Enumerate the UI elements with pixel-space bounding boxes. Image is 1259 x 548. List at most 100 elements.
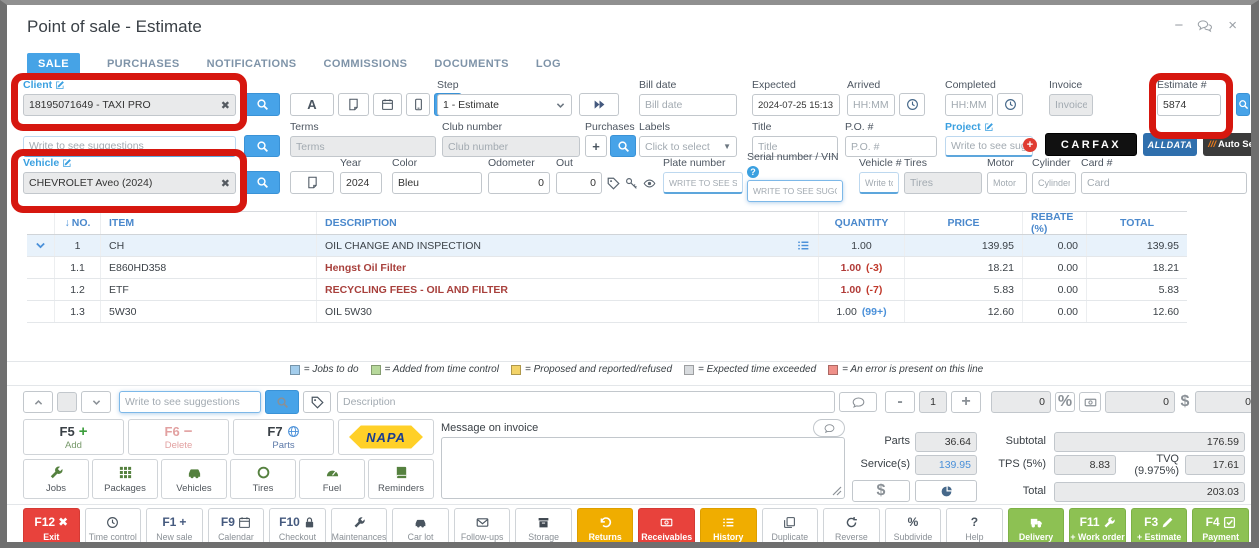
color-input[interactable]: Bleu <box>392 172 482 194</box>
autoserve-logo[interactable]: ///Auto Se <box>1203 133 1251 156</box>
completed-clock-button[interactable] <box>997 93 1023 116</box>
packages-button[interactable]: Packages <box>92 459 158 499</box>
time-control-button[interactable]: Time control <box>84 508 142 542</box>
vehicle-number-input[interactable]: Write to s <box>859 172 899 194</box>
position-box[interactable] <box>57 392 77 412</box>
carfax-logo[interactable]: CARFAX <box>1045 133 1137 156</box>
po-number-input[interactable]: P.O. # <box>845 136 937 157</box>
estimate-number-input[interactable]: 5874 <box>1157 94 1221 116</box>
storage-button[interactable]: Storage <box>515 508 572 542</box>
add-project-icon[interactable]: + <box>1023 138 1037 152</box>
client-catalog-button[interactable]: A <box>290 93 334 116</box>
job-details-icon[interactable] <box>797 239 810 252</box>
chat-icon[interactable] <box>1197 17 1214 35</box>
clear-vehicle-icon[interactable]: ✖ <box>221 177 230 190</box>
estimate-search-button[interactable] <box>1236 93 1250 116</box>
chevron-down-icon[interactable] <box>34 239 47 252</box>
delivery-button[interactable]: Delivery <box>1007 508 1065 542</box>
edit-icon[interactable] <box>62 158 72 168</box>
new-sale-button[interactable]: F1 + New sale <box>146 508 203 542</box>
tab-notifications[interactable]: NOTIFICATIONS <box>207 58 297 70</box>
purchases-search-button[interactable] <box>610 135 636 157</box>
client-notes-button[interactable] <box>338 93 369 116</box>
vehicles-button[interactable]: Vehicles <box>161 459 227 499</box>
vehicle-input[interactable]: CHEVROLET Aveo (2024) ✖ <box>23 172 236 194</box>
item-search-button[interactable] <box>265 390 299 414</box>
next-step-button[interactable] <box>579 93 619 116</box>
header-item[interactable]: ITEM <box>101 212 317 234</box>
contact-suggestion-input[interactable]: Write to see suggestions <box>23 136 236 157</box>
parts-button[interactable]: F7 Parts <box>233 419 334 455</box>
dollar-toggle-button[interactable]: $ <box>852 480 910 502</box>
payment-button[interactable]: F4 Payment <box>1192 508 1249 542</box>
reverse-button[interactable]: Reverse <box>823 508 880 542</box>
minimize-button[interactable]: − <box>1174 17 1183 35</box>
vehicle-eye-icon[interactable] <box>643 175 656 193</box>
tab-documents[interactable]: DOCUMENTS <box>434 58 509 70</box>
rebate-input[interactable]: 0 <box>991 391 1051 413</box>
quantity-minus-button[interactable]: - <box>885 391 915 413</box>
follow-ups-button[interactable]: Follow-ups <box>453 508 511 542</box>
napa-button[interactable]: NAPA <box>338 419 434 455</box>
tab-sale[interactable]: SALE <box>27 53 80 75</box>
chart-button[interactable] <box>915 480 977 502</box>
item-description-input[interactable]: Description <box>337 391 835 413</box>
odometer-input[interactable]: 0 <box>488 172 550 194</box>
item-suggestion-input[interactable]: Write to see suggestions <box>119 391 261 413</box>
quantity-input[interactable]: 1 <box>919 391 947 413</box>
car-lot-button[interactable]: Car lot <box>392 508 449 542</box>
calendar-button[interactable]: F9 Calendar <box>207 508 265 542</box>
item-tag-button[interactable] <box>303 391 331 413</box>
client-input[interactable]: 18195071649 - TAXI PRO ✖ <box>23 94 236 116</box>
bill-date-input[interactable]: Bill date <box>639 94 737 116</box>
header-no[interactable]: ↓ NO. <box>55 212 101 234</box>
vin-input[interactable]: WRITE TO SEE SUGGE <box>747 180 843 202</box>
table-row[interactable]: 1.1 E860HD358 Hengst Oil Filter 1.00 (-3)… <box>27 257 1187 279</box>
year-input[interactable]: 2024 <box>340 172 382 194</box>
plate-number-input[interactable]: WRITE TO SEE SUGGE <box>663 172 743 194</box>
price-input[interactable]: 0 <box>1195 391 1251 413</box>
vehicle-search-button[interactable] <box>244 171 280 194</box>
reminders-button[interactable]: Reminders <box>368 459 434 499</box>
vehicle-notes-button[interactable] <box>290 171 334 194</box>
help-icon[interactable]: ? <box>747 166 759 178</box>
edit-icon[interactable] <box>55 80 65 90</box>
duplicate-button[interactable]: Duplicate <box>761 508 819 542</box>
arrived-input[interactable]: HH:MM <box>847 94 895 116</box>
card-number-input[interactable]: Card <box>1081 172 1247 194</box>
checkout-button[interactable]: F10 Checkout <box>269 508 326 542</box>
move-down-button[interactable] <box>81 391 111 413</box>
fuel-button[interactable]: Fuel <box>299 459 365 499</box>
arrived-clock-button[interactable] <box>899 93 925 116</box>
vehicle-key-search-icon[interactable] <box>625 175 638 193</box>
exit-button[interactable]: F12 ✖ Exit <box>23 508 80 542</box>
work-order-button[interactable]: F11 + Work order <box>1069 508 1126 542</box>
estimate-button[interactable]: F3 + Estimate <box>1130 508 1188 542</box>
delete-line-button[interactable]: F6− Delete <box>128 419 229 455</box>
money-button[interactable] <box>1079 392 1101 412</box>
client-phone-button[interactable] <box>406 93 430 116</box>
maintenances-button[interactable]: Maintenances <box>330 508 388 542</box>
club-number-input[interactable]: Club number <box>442 136 580 157</box>
expected-input[interactable]: 2024-07-25 15:13 <box>752 94 840 116</box>
project-input[interactable]: Write to see sugge <box>945 136 1033 157</box>
client-appointments-button[interactable] <box>373 93 402 116</box>
jobs-button[interactable]: Jobs <box>23 459 89 499</box>
add-line-button[interactable]: F5 + Add <box>23 419 124 455</box>
quantity-plus-button[interactable]: + <box>951 391 981 413</box>
close-button[interactable]: × <box>1228 17 1237 35</box>
out-input[interactable]: 0 <box>556 172 602 194</box>
clear-client-icon[interactable]: ✖ <box>221 99 230 112</box>
subdivide-button[interactable]: % Subdivide <box>884 508 942 542</box>
tab-commissions[interactable]: COMMISSIONS <box>324 58 408 70</box>
motor-input[interactable]: Motor <box>987 172 1027 194</box>
cylinder-input[interactable]: Cylinder <box>1032 172 1076 194</box>
table-row[interactable]: 1.2 ETF RECYCLING FEES - OIL AND FILTER … <box>27 279 1187 301</box>
alldata-logo[interactable]: ALLDATA <box>1143 133 1197 156</box>
move-up-button[interactable] <box>23 391 53 413</box>
header-total[interactable]: TOTAL <box>1087 212 1187 234</box>
vehicle-tag-icon[interactable] <box>607 175 620 193</box>
add-purchase-button[interactable]: + <box>585 135 607 157</box>
table-row[interactable]: 1.3 5W30 OIL 5W30 1.00 (99+) 12.60 0.00 1… <box>27 301 1187 323</box>
header-rebate[interactable]: REBATE (%) <box>1023 212 1087 234</box>
